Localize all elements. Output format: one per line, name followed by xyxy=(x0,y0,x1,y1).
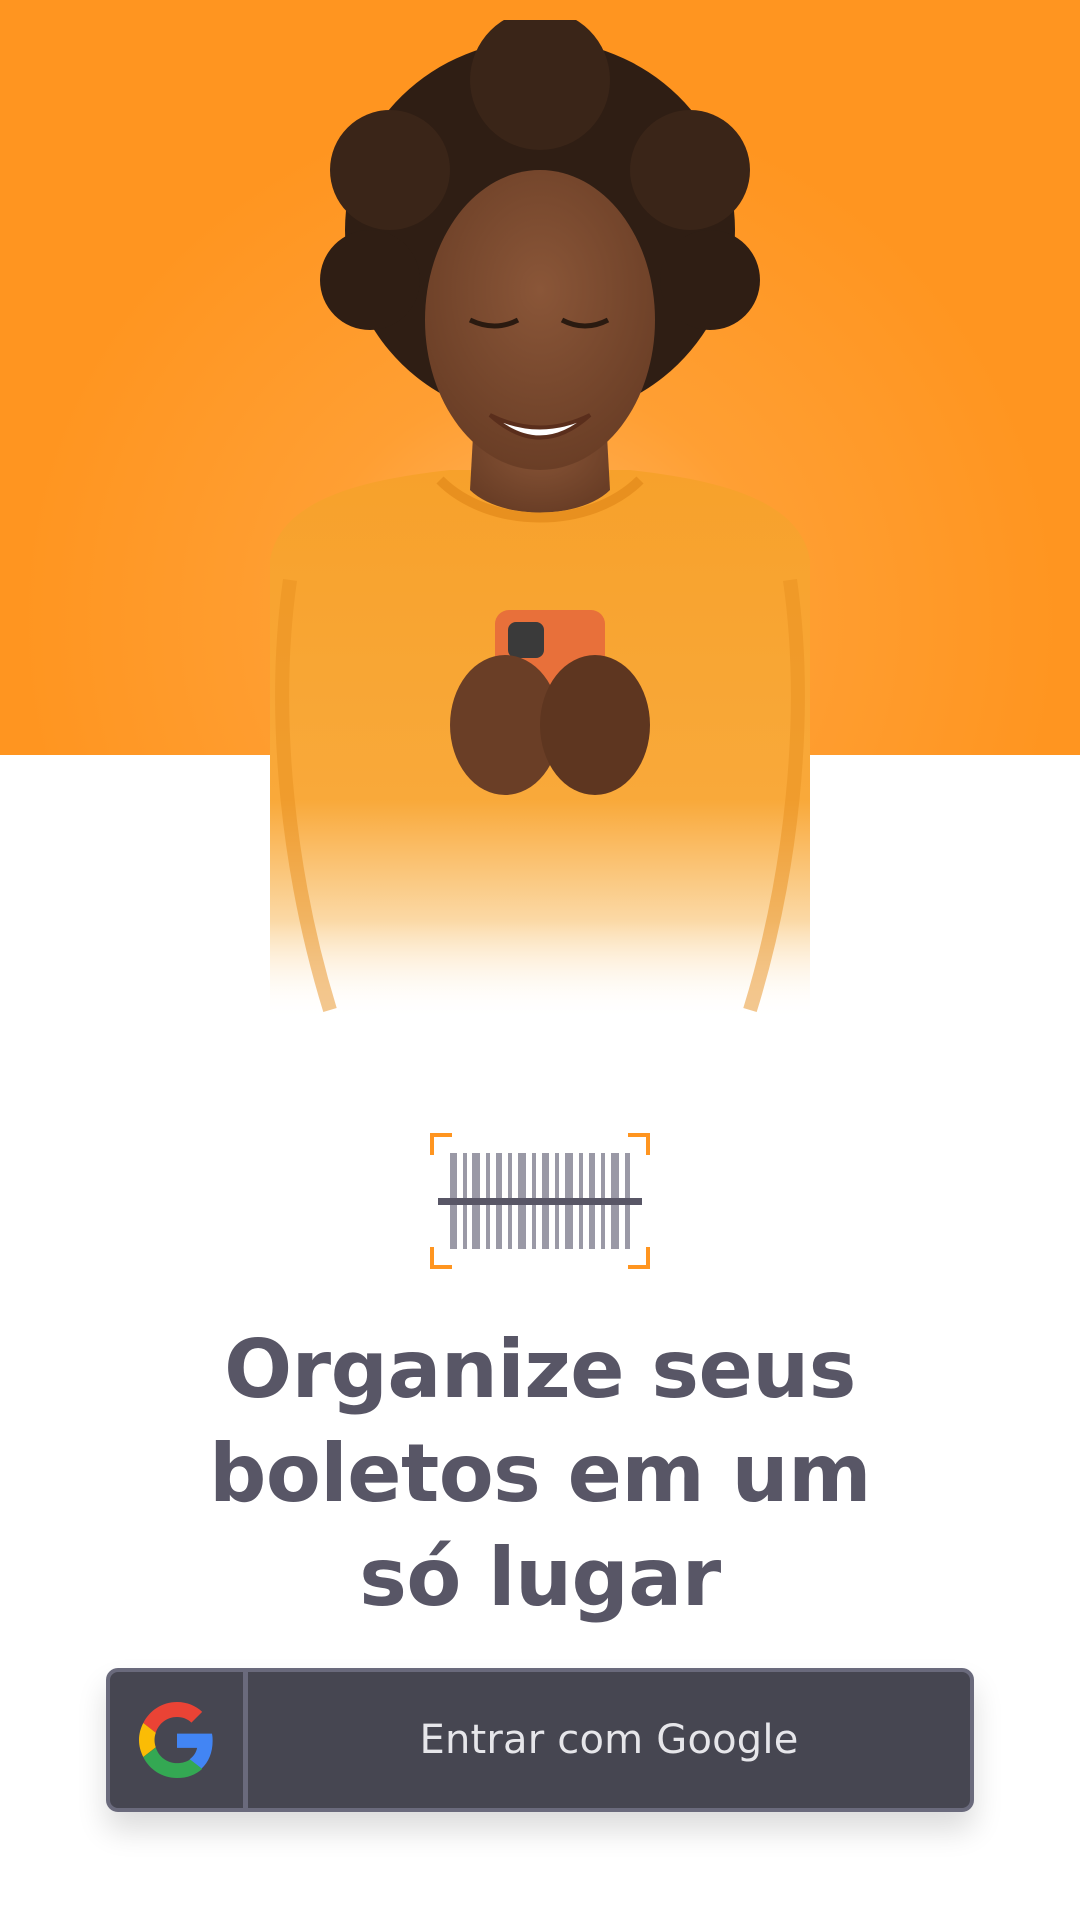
headline-line-3: só lugar xyxy=(359,1531,721,1624)
google-g-icon xyxy=(138,1702,213,1778)
google-login-label: Entrar com Google xyxy=(419,1717,799,1763)
barcode-scan-icon xyxy=(430,1133,650,1269)
headline-line-2: boletos em um xyxy=(209,1427,871,1520)
headline-line-1: Organize seus xyxy=(224,1323,856,1416)
headline: Organize seus boletos em um só lugar xyxy=(140,1318,940,1630)
google-login-button[interactable]: Entrar com Google xyxy=(106,1668,974,1812)
hero-illustration xyxy=(270,20,810,1020)
google-icon-cell xyxy=(110,1672,248,1808)
